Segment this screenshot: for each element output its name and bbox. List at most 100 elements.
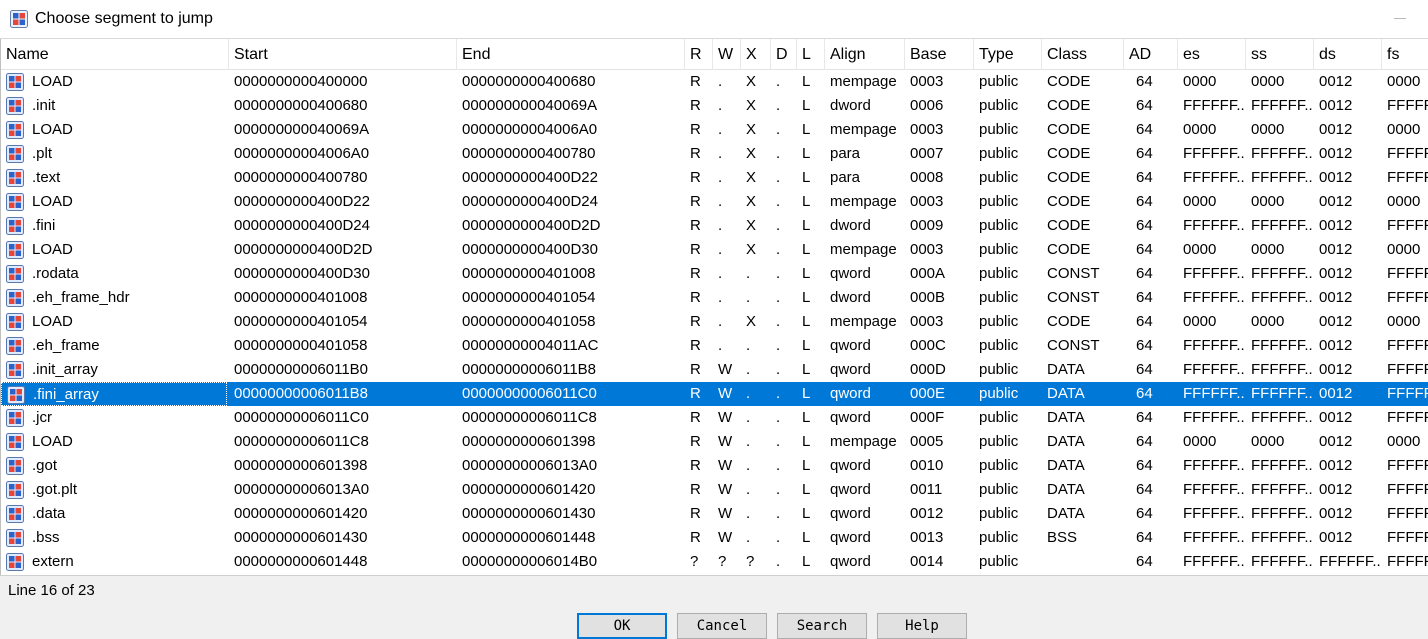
segment-name: LOAD bbox=[32, 193, 73, 210]
cell-ds: 0012 bbox=[1319, 313, 1353, 330]
table-row[interactable]: .eh_frame_hdr 0000000000401008 00000000004… bbox=[1, 286, 1428, 310]
cell-x: . bbox=[746, 505, 751, 522]
cell-w: . bbox=[718, 121, 723, 138]
table-row[interactable]: .data 0000000000601420 0000000000601430 R W.… bbox=[1, 502, 1428, 526]
table-row[interactable]: .got 0000000000601398 00000000006013A0 R W..… bbox=[1, 454, 1428, 478]
cell-base: 000C bbox=[910, 337, 946, 354]
cell-class: DATA bbox=[1047, 505, 1085, 522]
cell-fs: FFFFF bbox=[1387, 553, 1428, 570]
cell-ds: FFFFFF... bbox=[1319, 553, 1380, 570]
table-row[interactable]: .eh_frame 0000000000401058 00000000004011A… bbox=[1, 334, 1428, 358]
table-row[interactable]: .init 0000000000400680 000000000040069A R. X… bbox=[1, 94, 1428, 118]
table-row[interactable]: LOAD 00000000006011C8 0000000000601398 R W..… bbox=[1, 430, 1428, 454]
cell-type: public bbox=[979, 193, 1019, 210]
cell-type: public bbox=[979, 361, 1019, 378]
cell-align: dword bbox=[830, 289, 871, 306]
cell-d: . bbox=[776, 553, 781, 570]
cell-d: . bbox=[776, 313, 781, 330]
table-row[interactable]: .fini_array 00000000006011B8 0000000000601… bbox=[1, 382, 1428, 406]
cell-name: LOAD bbox=[1, 70, 227, 94]
column-header-name[interactable]: Name bbox=[1, 39, 229, 70]
cell-r: R bbox=[690, 241, 701, 258]
column-header-class[interactable]: Class bbox=[1042, 39, 1124, 70]
table-row[interactable]: .init_array 00000000006011B0 0000000000601… bbox=[1, 358, 1428, 382]
cell-align: mempage bbox=[830, 73, 897, 90]
cell-class: CONST bbox=[1047, 289, 1100, 306]
ok-button[interactable]: OK bbox=[577, 613, 667, 639]
cell-name: .fini_array bbox=[1, 382, 227, 406]
table-row[interactable]: LOAD 000000000040069A 00000000004006A0 R. X.… bbox=[1, 118, 1428, 142]
cell-align: mempage bbox=[830, 433, 897, 450]
column-header-ad[interactable]: AD bbox=[1124, 39, 1178, 70]
cancel-button[interactable]: Cancel bbox=[677, 613, 767, 639]
column-header-type[interactable]: Type bbox=[974, 39, 1042, 70]
table-row[interactable]: LOAD 0000000000401054 0000000000401058 R. X.… bbox=[1, 310, 1428, 334]
column-header-l[interactable]: L bbox=[797, 39, 825, 70]
table-row[interactable]: LOAD 0000000000400000 0000000000400680 R. X.… bbox=[1, 70, 1428, 94]
segment-name: .data bbox=[32, 505, 66, 522]
cell-base: 0003 bbox=[910, 193, 944, 210]
cell-ds: 0012 bbox=[1319, 361, 1353, 378]
cell-w: . bbox=[718, 73, 723, 90]
cell-ad: 64 bbox=[1136, 289, 1153, 306]
column-header-align[interactable]: Align bbox=[825, 39, 905, 70]
column-header-start[interactable]: Start bbox=[229, 39, 457, 70]
column-header-es[interactable]: es bbox=[1178, 39, 1246, 70]
cell-end: 0000000000401058 bbox=[462, 313, 596, 330]
column-header-d[interactable]: D bbox=[771, 39, 797, 70]
table-row[interactable]: extern 0000000000601448 00000000006014B0??… bbox=[1, 550, 1428, 574]
cell-fs: FFFFF bbox=[1387, 481, 1428, 498]
cell-fs: 0000 bbox=[1387, 121, 1421, 138]
cell-base: 000A bbox=[910, 265, 946, 282]
segment-icon bbox=[6, 481, 24, 499]
table-row[interactable]: .got.plt 00000000006013A0 0000000000601420… bbox=[1, 478, 1428, 502]
table-row[interactable]: .jcr 00000000006011C0 00000000006011C8 R W..… bbox=[1, 406, 1428, 430]
cell-start: 0000000000400D22 bbox=[234, 193, 370, 210]
column-header-ds[interactable]: ds bbox=[1314, 39, 1382, 70]
cell-start: 0000000000400680 bbox=[234, 97, 368, 114]
column-header-base[interactable]: Base bbox=[905, 39, 974, 70]
column-header-fs[interactable]: fs bbox=[1382, 39, 1428, 70]
search-button[interactable]: Search bbox=[777, 613, 867, 639]
column-header-x[interactable]: X bbox=[741, 39, 771, 70]
segment-icon bbox=[6, 73, 24, 91]
cell-ss: FFFFFF... bbox=[1251, 145, 1312, 162]
table-row[interactable]: LOAD 0000000000400D22 0000000000400D24 R. X.… bbox=[1, 190, 1428, 214]
cell-w: . bbox=[718, 289, 723, 306]
cell-ad: 64 bbox=[1136, 265, 1153, 282]
cell-type: public bbox=[979, 97, 1019, 114]
column-header-end[interactable]: End bbox=[457, 39, 685, 70]
cell-class: CODE bbox=[1047, 73, 1091, 90]
cell-es: FFFFFF... bbox=[1183, 505, 1244, 522]
cell-r: R bbox=[690, 145, 701, 162]
cell-align: qword bbox=[830, 553, 871, 570]
help-button[interactable]: Help bbox=[877, 613, 967, 639]
cell-start: 0000000000401058 bbox=[234, 337, 368, 354]
minimize-button[interactable] bbox=[1394, 18, 1406, 19]
cell-x: . bbox=[746, 289, 751, 306]
table-row[interactable]: .rodata 0000000000400D30 0000000000401008 R… bbox=[1, 262, 1428, 286]
table-row[interactable]: LOAD 0000000000400D2D 0000000000400D30 R. X.… bbox=[1, 238, 1428, 262]
table-row[interactable]: .fini 0000000000400D24 0000000000400D2D R. X… bbox=[1, 214, 1428, 238]
cell-es: 0000 bbox=[1183, 313, 1217, 330]
column-header-w[interactable]: W bbox=[713, 39, 741, 70]
table-row[interactable]: .text 0000000000400780 0000000000400D22 R. X… bbox=[1, 166, 1428, 190]
cell-align: qword bbox=[830, 457, 871, 474]
table-row[interactable]: .plt 00000000004006A0 0000000000400780 R. X.… bbox=[1, 142, 1428, 166]
cell-r: R bbox=[690, 385, 701, 402]
cell-ss: FFFFFF... bbox=[1251, 265, 1312, 282]
cell-l: L bbox=[802, 409, 811, 426]
cell-es: 0000 bbox=[1183, 121, 1217, 138]
cell-class: CODE bbox=[1047, 313, 1091, 330]
table-row[interactable]: .bss 0000000000601430 0000000000601448 R W..… bbox=[1, 526, 1428, 550]
cell-ss: 0000 bbox=[1251, 241, 1285, 258]
segment-icon bbox=[6, 529, 24, 547]
cell-l: L bbox=[802, 313, 811, 330]
cell-w: W bbox=[718, 481, 733, 498]
cell-type: public bbox=[979, 217, 1019, 234]
segment-table[interactable]: Name Start End R W X D L Align Base Type Class AD es s… bbox=[0, 39, 1428, 575]
column-header-r[interactable]: R bbox=[685, 39, 713, 70]
cell-class: CODE bbox=[1047, 169, 1091, 186]
column-header-ss[interactable]: ss bbox=[1246, 39, 1314, 70]
cell-ds: 0012 bbox=[1319, 481, 1353, 498]
